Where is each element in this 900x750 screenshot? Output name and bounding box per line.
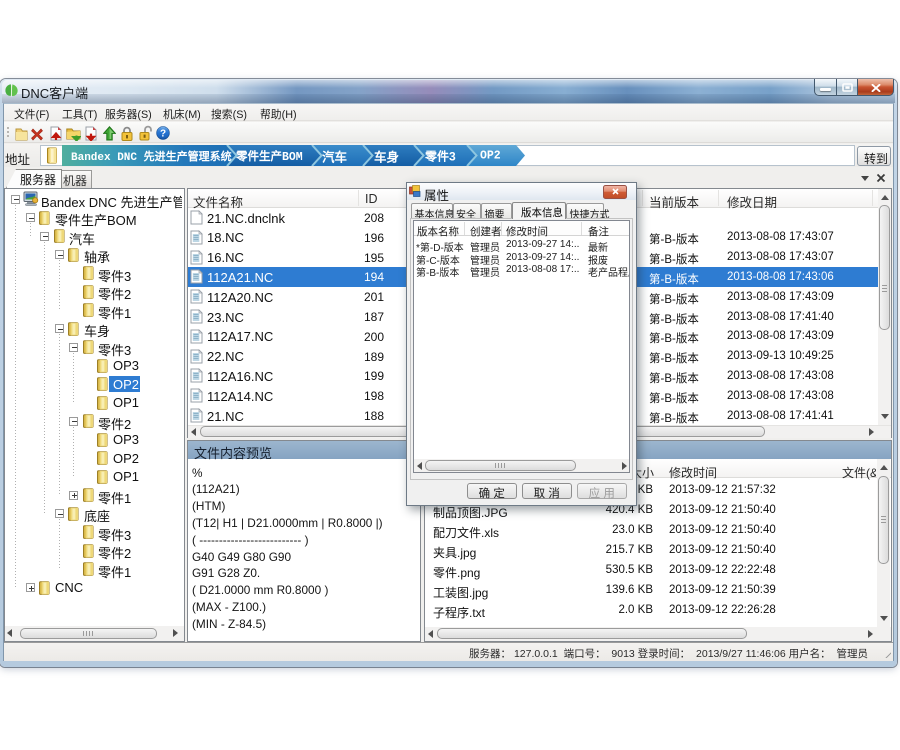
svg-text:?: ?	[160, 129, 166, 140]
